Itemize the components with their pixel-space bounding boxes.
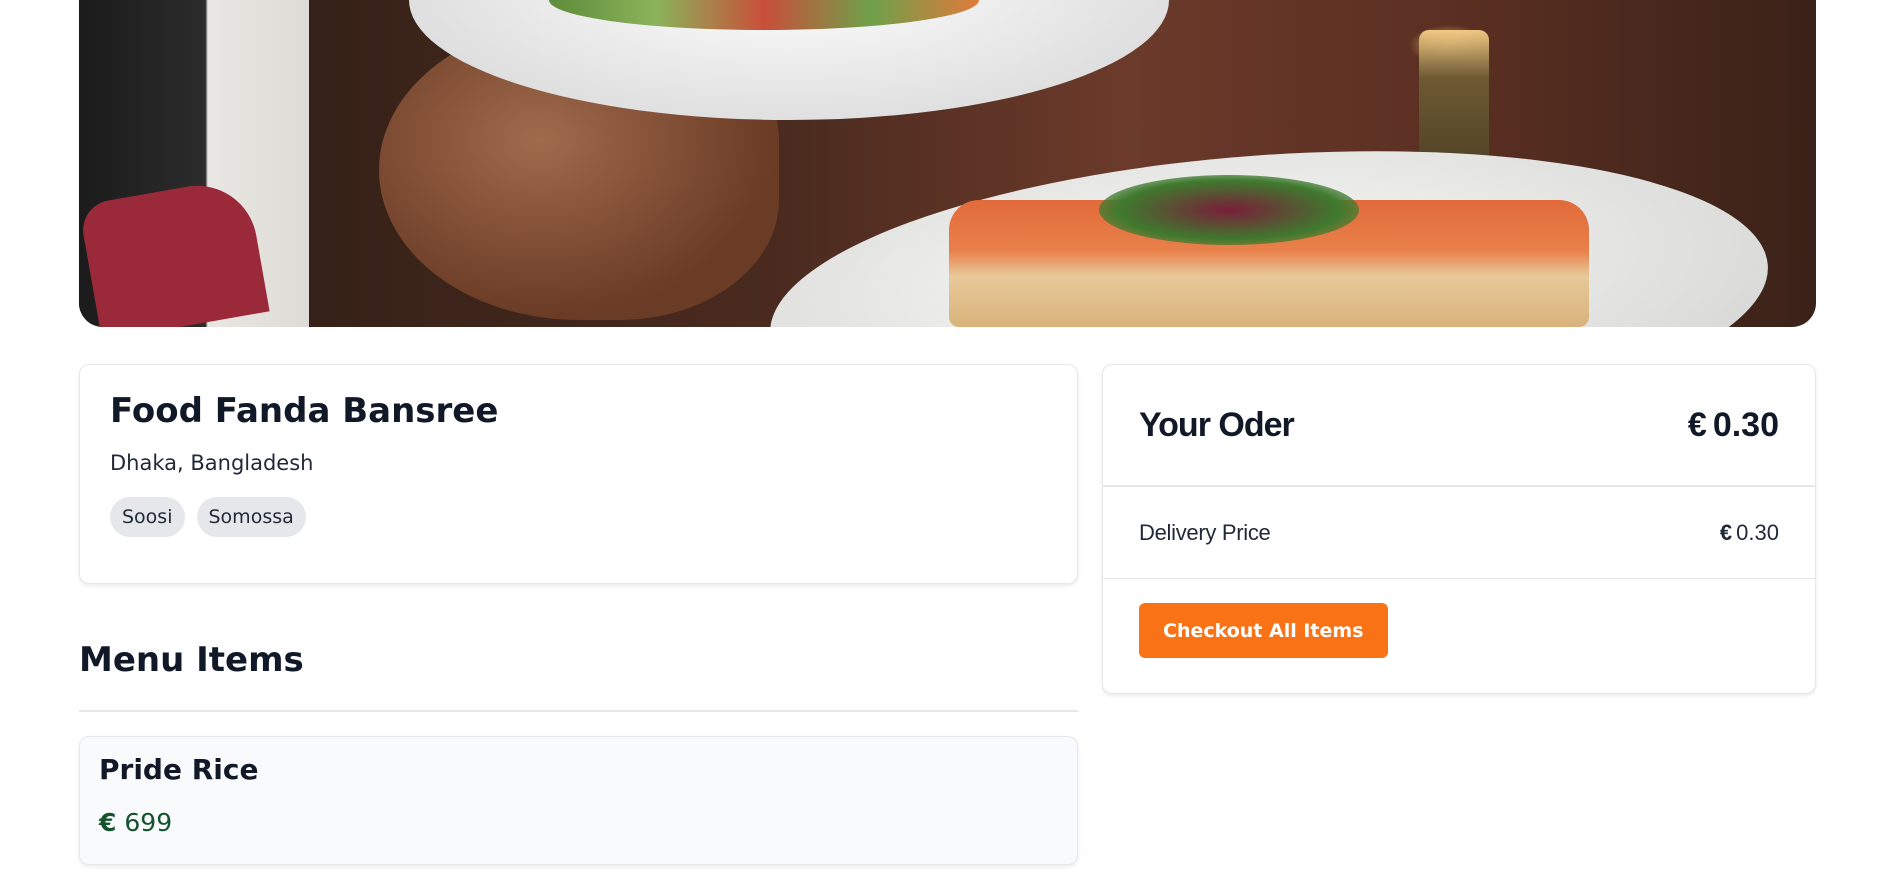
order-total: € 0.30: [1688, 406, 1779, 445]
menu-section-title: Menu Items: [79, 640, 304, 680]
restaurant-info-card: Food Fanda Bansree Dhaka, Bangladesh Soo…: [79, 364, 1078, 584]
cuisine-tag: Soosi: [110, 497, 185, 537]
hero-banner-image: [79, 0, 1816, 327]
menu-item-name: Pride Rice: [99, 753, 259, 786]
delivery-price-amount: 0.30: [1736, 519, 1779, 545]
restaurant-name: Food Fanda Bansree: [110, 391, 499, 431]
menu-item-price: € 699: [99, 808, 1058, 837]
order-summary-card: Your Oder € 0.30 Delivery Price € 0.30 C…: [1102, 364, 1816, 694]
delivery-price-row: Delivery Price € 0.30: [1103, 487, 1815, 579]
order-actions: Checkout All Items: [1103, 579, 1815, 682]
euro-icon: €: [1719, 519, 1733, 545]
order-header: Your Oder € 0.30: [1103, 365, 1815, 487]
menu-divider: [79, 710, 1078, 712]
menu-item-price-value: 699: [124, 808, 173, 837]
cuisine-tag: Somossa: [196, 497, 306, 537]
checkout-button[interactable]: Checkout All Items: [1139, 603, 1388, 658]
menu-item-card[interactable]: Pride Rice € 699: [79, 736, 1078, 865]
euro-icon: €: [99, 808, 117, 837]
order-total-value: 0.30: [1712, 405, 1779, 444]
delivery-price-value: € 0.30: [1720, 520, 1779, 546]
euro-icon: €: [1687, 405, 1707, 444]
delivery-price-label: Delivery Price: [1139, 519, 1271, 545]
cuisine-tags: Soosi Somossa: [110, 497, 1047, 537]
order-title: Your Oder: [1139, 405, 1295, 444]
restaurant-location: Dhaka, Bangladesh: [110, 451, 314, 475]
